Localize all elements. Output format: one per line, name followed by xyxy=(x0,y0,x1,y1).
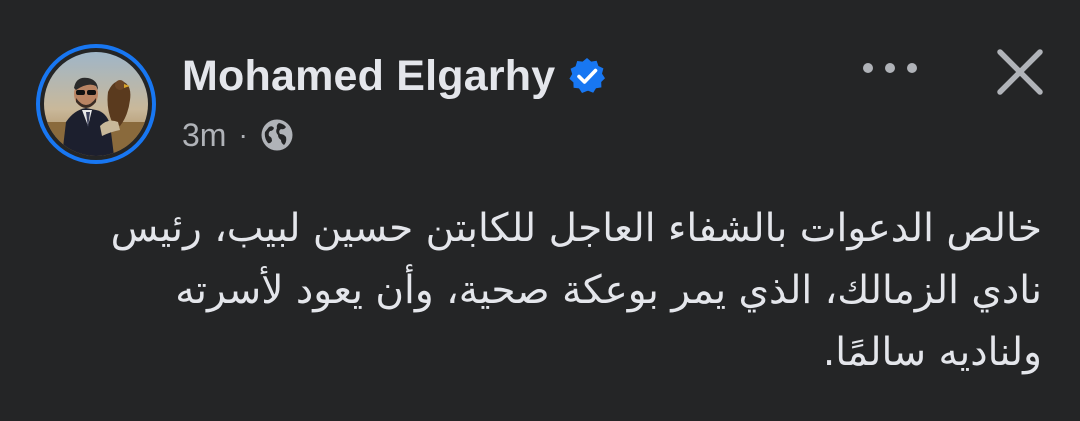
avatar[interactable] xyxy=(44,52,148,156)
facebook-post: Mohamed Elgarhy 3m · خالص الدعوات بالشفا… xyxy=(0,0,1080,421)
author-name[interactable]: Mohamed Elgarhy xyxy=(182,52,555,101)
post-body-text: خالص الدعوات بالشفاء العاجل للكابتن حسين… xyxy=(42,198,1042,384)
close-icon xyxy=(997,49,1043,95)
author-header: Mohamed Elgarhy xyxy=(182,50,607,102)
post-timestamp[interactable]: 3m xyxy=(182,117,226,154)
verified-badge-icon xyxy=(569,58,606,93)
meta-separator: · xyxy=(238,119,248,150)
more-options-button[interactable] xyxy=(855,48,925,88)
post-text-line: خالص الدعوات بالشفاء العاجل للكابتن حسين… xyxy=(110,206,1042,251)
author-avatar-ring[interactable] xyxy=(36,44,156,164)
close-button[interactable] xyxy=(984,36,1056,108)
post-text-line: ولناديه سالمًا. xyxy=(822,330,1042,375)
post-text-line: نادي الزمالك، الذي يمر بوعكة صحية، وأن ي… xyxy=(175,268,1042,313)
post-meta: 3m · xyxy=(182,112,294,158)
globe-icon[interactable] xyxy=(260,118,294,152)
more-options-icon xyxy=(863,63,917,73)
